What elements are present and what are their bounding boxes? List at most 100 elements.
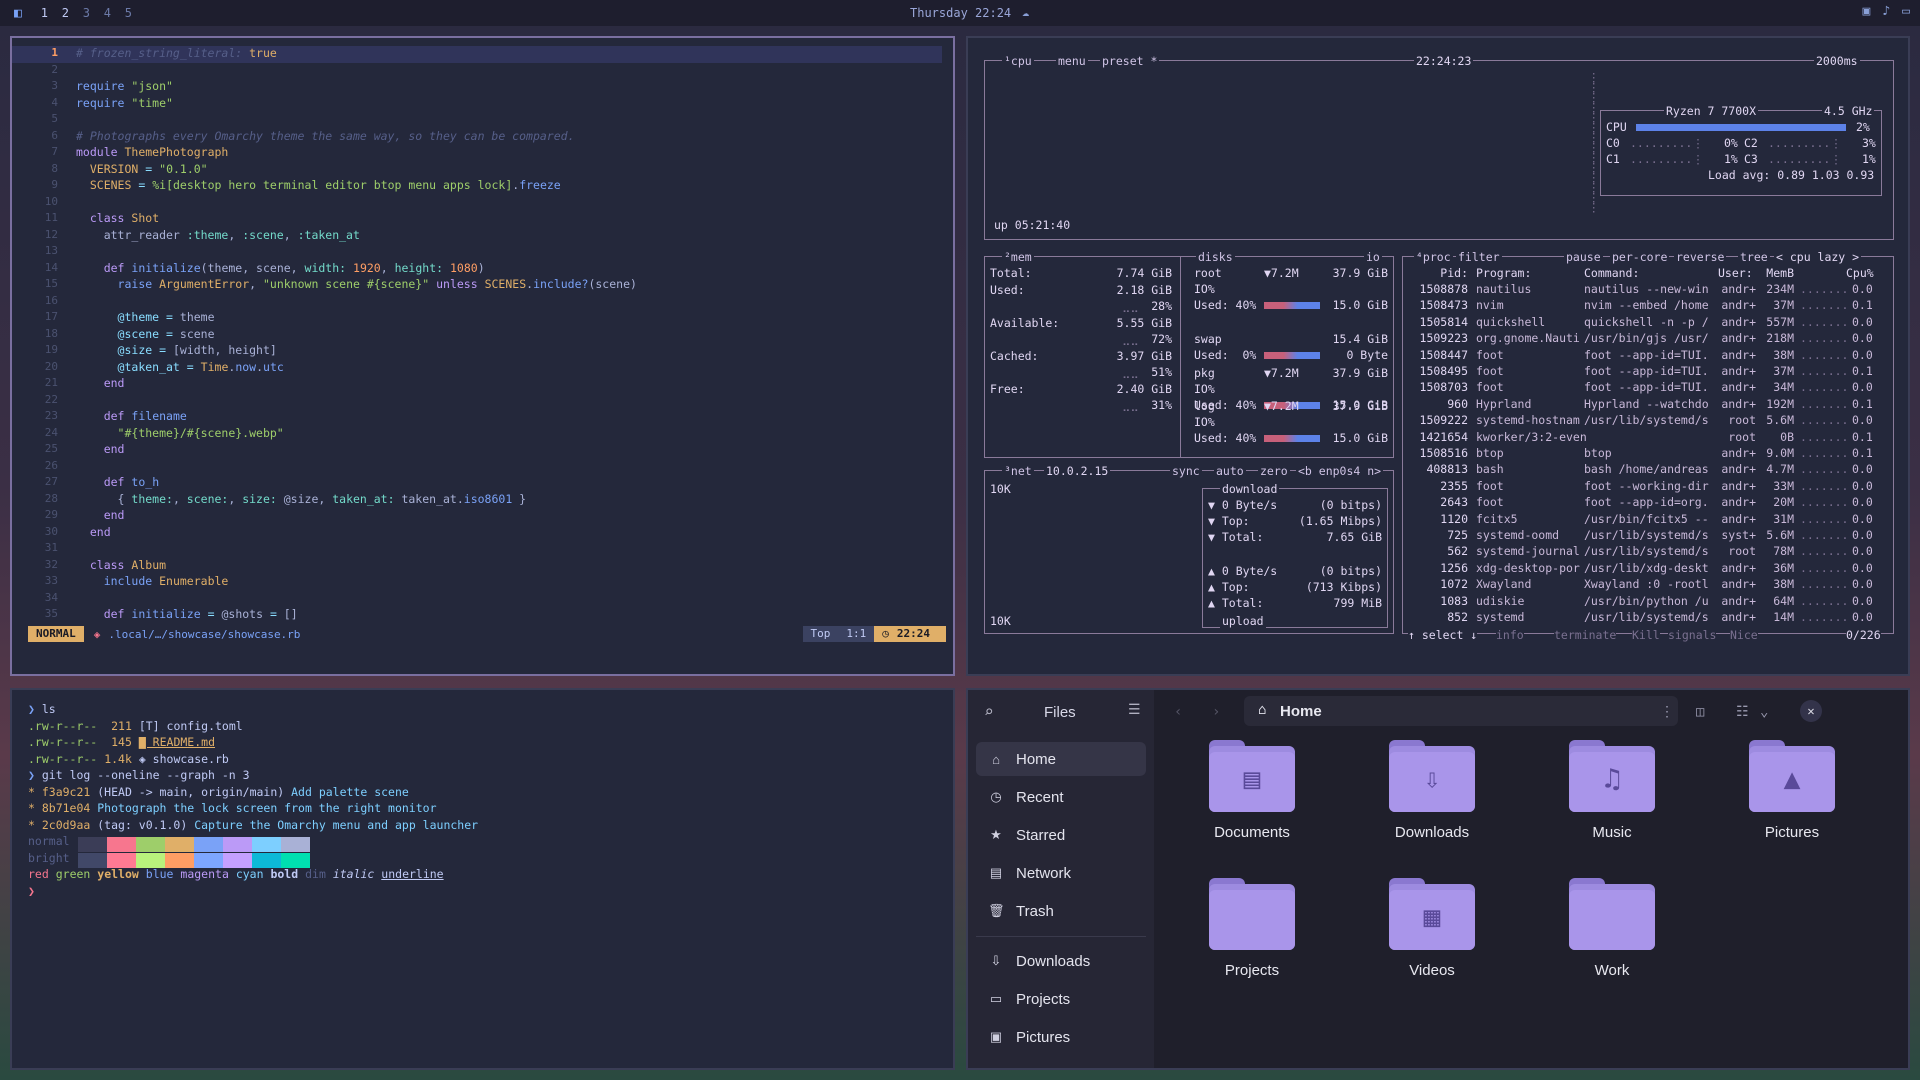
screenshot-icon[interactable]: ◫ bbox=[1696, 704, 1704, 720]
proc-nice[interactable]: Nice bbox=[1730, 628, 1758, 642]
update-interval[interactable]: 2000ms bbox=[1814, 54, 1860, 68]
code-line[interactable]: 23 def filename bbox=[12, 409, 942, 426]
clock[interactable]: Thursday 22:24 bbox=[910, 6, 1011, 20]
proc-pause[interactable]: pause bbox=[1564, 250, 1603, 264]
proc-header-pid[interactable]: Pid: bbox=[1428, 266, 1468, 280]
code-line[interactable]: 2 bbox=[12, 63, 942, 80]
proc-info[interactable]: info bbox=[1496, 628, 1524, 642]
forward-arrow-icon[interactable]: › bbox=[1212, 704, 1220, 720]
code-line[interactable]: 20 @taken_at = Time.now.utc bbox=[12, 360, 942, 377]
workspace-3[interactable]: 3 bbox=[76, 6, 97, 20]
sidebar-item-pictures[interactable]: ▣ Pictures bbox=[976, 1020, 1146, 1054]
code-line[interactable]: 6 # Photographs every Omarchy theme the s… bbox=[12, 129, 942, 146]
code-line[interactable]: 24 "#{theme}/#{scene}.webp" bbox=[12, 426, 942, 443]
code-line[interactable]: 35 def initialize = @shots = [] bbox=[12, 607, 942, 624]
proc-header-program[interactable]: Program: bbox=[1476, 266, 1531, 280]
proc-header-cpu[interactable]: Cpu% bbox=[1846, 266, 1874, 280]
back-arrow-icon[interactable]: ‹ bbox=[1174, 704, 1182, 720]
sidebar-item-starred[interactable]: ★ Starred bbox=[976, 818, 1146, 852]
code-line[interactable]: 5 bbox=[12, 112, 942, 129]
sidebar-item-network[interactable]: ▤ Network bbox=[976, 856, 1146, 890]
sidebar-item-recent[interactable]: ◷ Recent bbox=[976, 780, 1146, 814]
folder-documents[interactable]: ▤ Documents bbox=[1182, 740, 1322, 860]
net-sync-button[interactable]: sync bbox=[1170, 464, 1202, 478]
menu-button[interactable]: menu bbox=[1056, 54, 1088, 68]
preset-button[interactable]: preset * bbox=[1100, 54, 1160, 68]
folder-pictures[interactable]: ▲ Pictures bbox=[1722, 740, 1862, 860]
workspace-5[interactable]: 5 bbox=[118, 6, 139, 20]
search-icon[interactable]: ⌕ bbox=[984, 702, 994, 721]
proc-terminate[interactable]: terminate bbox=[1554, 628, 1617, 642]
sidebar-item-home[interactable]: ⌂ Home bbox=[976, 742, 1146, 776]
code-line[interactable]: 30 end bbox=[12, 525, 942, 542]
mem-title[interactable]: ²mem bbox=[1002, 250, 1034, 264]
proc-title[interactable]: ⁴proc bbox=[1414, 250, 1453, 264]
code-line[interactable]: 11 class Shot bbox=[12, 211, 942, 228]
proc-kill[interactable]: Kill bbox=[1632, 628, 1660, 642]
folder-music[interactable]: ♫ Music bbox=[1542, 740, 1682, 860]
io-toggle[interactable]: io bbox=[1364, 250, 1382, 264]
proc-signals[interactable]: signals bbox=[1668, 628, 1717, 642]
code-line[interactable]: 10 bbox=[12, 195, 942, 212]
workspace-1[interactable]: 1 bbox=[34, 6, 55, 20]
code-line[interactable]: 27 def to_h bbox=[12, 475, 942, 492]
proc-header-mem[interactable]: MemB bbox=[1762, 266, 1794, 280]
code-line[interactable]: 29 end bbox=[12, 508, 942, 525]
code-line[interactable]: 28 { theme:, scene:, size: @size, taken_… bbox=[12, 492, 942, 509]
sidebar-item-downloads[interactable]: ⇩ Downloads bbox=[976, 944, 1146, 978]
volume-icon[interactable]: ♪ bbox=[1882, 4, 1890, 19]
code-line[interactable]: 31 bbox=[12, 541, 942, 558]
terminal-window[interactable]: ❯ ls .rw-r--r-- 211 [T] config.toml .rw-r-… bbox=[10, 688, 955, 1070]
code-line[interactable]: 25 end bbox=[12, 442, 942, 459]
proc-percore[interactable]: per-core bbox=[1610, 250, 1670, 264]
sidebar-item-projects[interactable]: ▭ Projects bbox=[976, 982, 1146, 1016]
code-line[interactable]: 32 class Album bbox=[12, 558, 942, 575]
proc-sort[interactable]: < cpu lazy > bbox=[1774, 250, 1862, 264]
code-line[interactable]: 18 @scene = scene bbox=[12, 327, 942, 344]
code-line[interactable]: 15 raise ArgumentError, "unknown scene #… bbox=[12, 277, 942, 294]
sidebar-item-trash[interactable]: 🗑 Trash bbox=[976, 894, 1146, 928]
code-line[interactable]: 17 @theme = theme bbox=[12, 310, 942, 327]
net-auto-button[interactable]: auto bbox=[1214, 464, 1246, 478]
code-line[interactable]: 16 bbox=[12, 294, 942, 311]
display-icon[interactable]: ▭ bbox=[1902, 4, 1910, 19]
code-line[interactable]: 4 require "time" bbox=[12, 96, 942, 113]
code-line[interactable]: 8 VERSION = "0.1.0" bbox=[12, 162, 942, 179]
code-line[interactable]: 19 @size = [width, height] bbox=[12, 343, 942, 360]
workspace-4[interactable]: 4 bbox=[97, 6, 118, 20]
code-line[interactable]: 14 def initialize(theme, scene, width: 1… bbox=[12, 261, 942, 278]
screen-icon[interactable]: ▣ bbox=[1863, 4, 1871, 19]
view-list-icon[interactable]: ☷ bbox=[1736, 704, 1749, 720]
proc-select[interactable]: ↑ select ↓ bbox=[1408, 628, 1478, 642]
folder-videos[interactable]: ▦ Videos bbox=[1362, 878, 1502, 998]
code-line[interactable]: 33 include Enumerable bbox=[12, 574, 942, 591]
hamburger-menu-icon[interactable]: ☰ bbox=[1128, 702, 1141, 718]
disks-title[interactable]: disks bbox=[1196, 250, 1235, 264]
workspace-2[interactable]: 2 bbox=[55, 6, 76, 20]
code-line[interactable]: 22 bbox=[12, 393, 942, 410]
code-line[interactable]: 9 SCENES = %i[desktop hero terminal edit… bbox=[12, 178, 942, 195]
code-line[interactable]: 26 bbox=[12, 459, 942, 476]
files-window[interactable]: ⌕ Files ☰ ⌂ Home ◷ Recent ★ Starred ▤ Network 🗑 T… bbox=[966, 688, 1910, 1070]
code-line[interactable]: 34 bbox=[12, 591, 942, 608]
code-line[interactable]: 3 require "json" bbox=[12, 79, 942, 96]
code-line[interactable]: 13 bbox=[12, 244, 942, 261]
folder-projects[interactable]: Projects bbox=[1182, 878, 1322, 998]
proc-header-user[interactable]: User: bbox=[1718, 266, 1753, 280]
proc-tree[interactable]: tree bbox=[1738, 250, 1770, 264]
net-interface[interactable]: <b enp0s4 n> bbox=[1296, 464, 1384, 478]
net-title[interactable]: ³net bbox=[1002, 464, 1034, 478]
view-options-icon[interactable]: ⌄ bbox=[1760, 704, 1768, 720]
close-icon[interactable]: ✕ bbox=[1800, 700, 1822, 722]
code-line[interactable]: 21 end bbox=[12, 376, 942, 393]
editor-window[interactable]: 1 # frozen_string_literal: true 2 3 require … bbox=[10, 36, 955, 676]
code-line[interactable]: 7 module ThemePhotograph bbox=[12, 145, 942, 162]
cpu-title[interactable]: ¹cpu bbox=[1002, 54, 1034, 68]
folder-downloads[interactable]: ⇩ Downloads bbox=[1362, 740, 1502, 860]
launcher-icon[interactable]: ◧ bbox=[14, 6, 22, 21]
proc-reverse[interactable]: reverse bbox=[1674, 250, 1727, 264]
proc-filter[interactable]: filter bbox=[1456, 250, 1502, 264]
btop-window[interactable]: ¹cpu menu preset * 22:24:23 2000ms ⋮ ⋮ ⋮ ⋮ ⋮… bbox=[966, 36, 1910, 676]
proc-header-command[interactable]: Command: bbox=[1584, 266, 1639, 280]
code-line[interactable]: 1 # frozen_string_literal: true bbox=[12, 46, 942, 63]
